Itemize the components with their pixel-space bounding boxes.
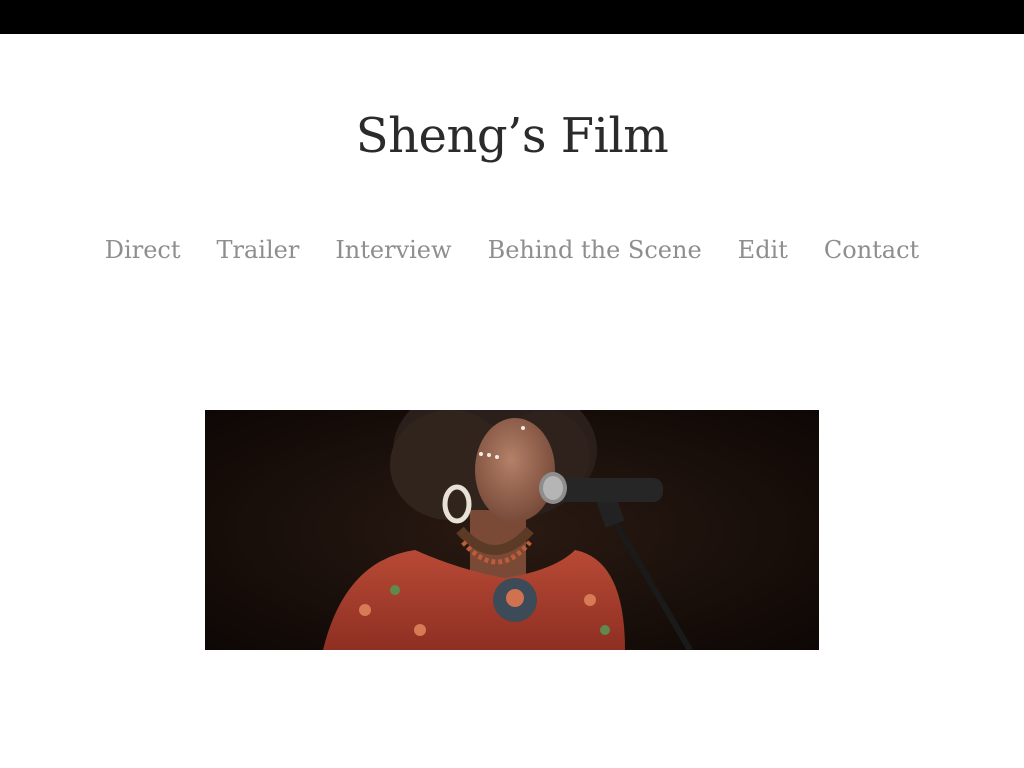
nav-item-edit[interactable]: Edit bbox=[738, 232, 788, 268]
nav-item-contact[interactable]: Contact bbox=[824, 232, 919, 268]
main-nav: Direct Trailer Interview Behind the Scen… bbox=[0, 232, 1024, 268]
hero-photo-singer-at-microphone bbox=[205, 410, 819, 650]
nav-item-behind-the-scene[interactable]: Behind the Scene bbox=[488, 232, 702, 268]
top-bar bbox=[0, 0, 1024, 34]
nav-item-direct[interactable]: Direct bbox=[105, 232, 181, 268]
hero-image bbox=[205, 410, 819, 650]
nav-item-trailer[interactable]: Trailer bbox=[216, 232, 299, 268]
site-title[interactable]: Sheng’s Film bbox=[0, 104, 1024, 168]
nav-item-interview[interactable]: Interview bbox=[335, 232, 451, 268]
